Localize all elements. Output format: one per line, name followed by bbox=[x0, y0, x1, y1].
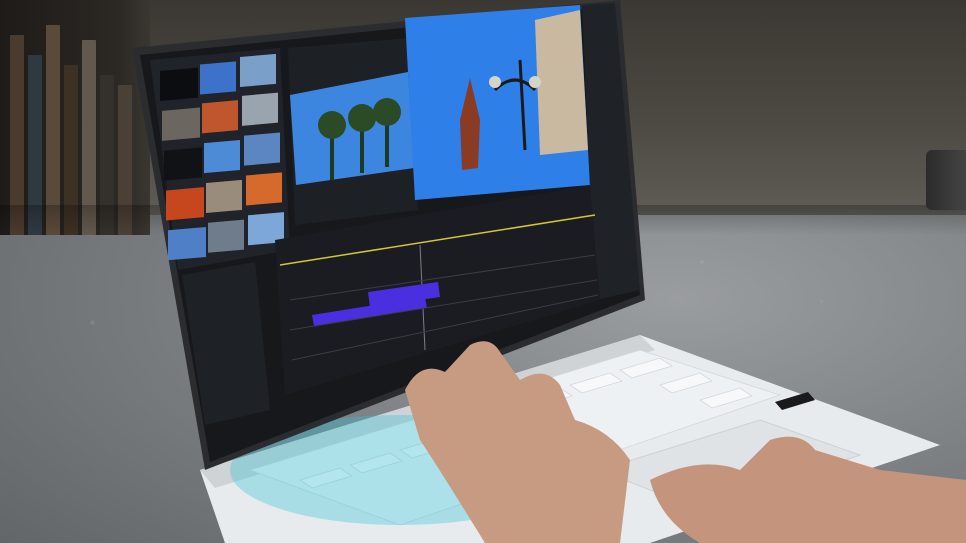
laptop-illustration bbox=[132, 0, 966, 543]
lamp-globe bbox=[489, 76, 501, 88]
lamp-globe bbox=[529, 76, 541, 88]
photo-scene bbox=[0, 0, 966, 543]
palace-facade bbox=[535, 10, 588, 155]
